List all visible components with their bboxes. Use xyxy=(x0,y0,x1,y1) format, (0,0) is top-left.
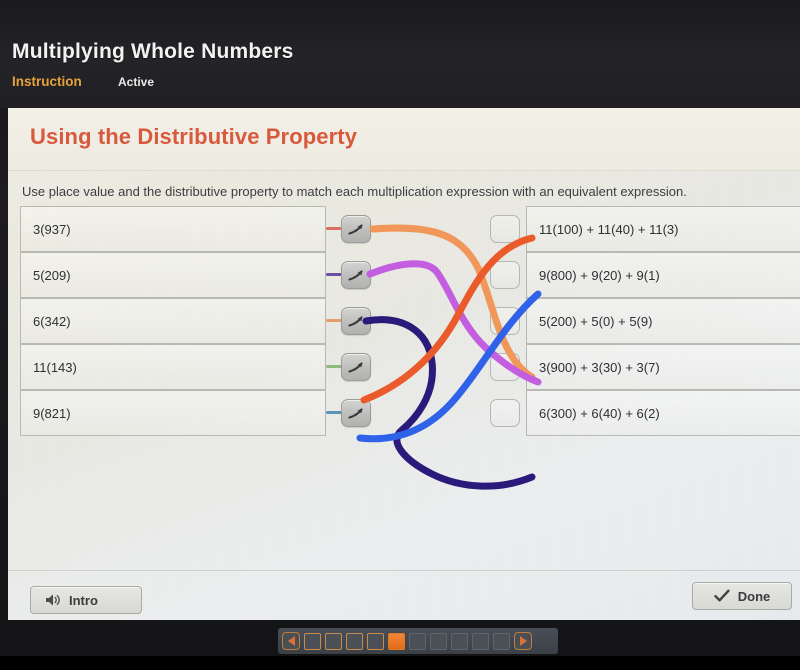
left-expression-label: 3(937) xyxy=(33,221,71,237)
left-expression-label: 5(209) xyxy=(33,267,71,283)
arrow-up-right-icon xyxy=(348,316,363,327)
right-expression-cell[interactable]: 11(100) + 11(40) + 11(3) xyxy=(526,206,800,252)
instruction-prompt: Use place value and the distributive pro… xyxy=(22,184,687,199)
connect-arrow-button[interactable] xyxy=(341,399,371,427)
breadcrumb-active[interactable]: Active xyxy=(118,75,154,89)
step-pip[interactable] xyxy=(472,632,489,650)
intro-button[interactable]: Intro xyxy=(30,586,142,614)
triangle-right-icon xyxy=(519,636,527,646)
prev-step-button[interactable] xyxy=(282,632,300,650)
arrow-up-right-icon xyxy=(348,408,363,419)
page-title-bar: Using the Distributive Property xyxy=(8,108,800,171)
left-expression-cell[interactable]: 11(143) xyxy=(20,344,326,390)
right-expression-cell[interactable]: 6(300) + 6(40) + 6(2) xyxy=(526,390,800,436)
match-row: 6(342) 5(200) + 5(0) + 5(9) xyxy=(8,298,800,344)
connect-arrow-button[interactable] xyxy=(341,353,371,381)
step-pip[interactable] xyxy=(325,632,342,650)
arrow-up-right-icon xyxy=(348,270,363,281)
left-expression-cell[interactable]: 5(209) xyxy=(20,252,326,298)
done-button[interactable]: Done xyxy=(692,582,792,610)
connect-arrow-button[interactable] xyxy=(341,215,371,243)
right-expression-label: 5(200) + 5(0) + 5(9) xyxy=(539,313,653,329)
right-connector-slot[interactable] xyxy=(490,307,520,335)
arrow-up-right-icon xyxy=(348,362,363,373)
right-connector-slot[interactable] xyxy=(490,215,520,243)
connect-arrow-button[interactable] xyxy=(341,261,371,289)
app-header: Multiplying Whole Numbers Instruction Ac… xyxy=(0,0,800,108)
arrow-up-right-icon xyxy=(348,224,363,235)
left-expression-cell[interactable]: 6(342) xyxy=(20,298,326,344)
left-expression-label: 9(821) xyxy=(33,405,71,421)
intro-button-label: Intro xyxy=(69,592,98,608)
screen-bezel-bottom xyxy=(0,656,800,670)
right-expression-label: 3(900) + 3(30) + 3(7) xyxy=(539,359,660,375)
match-row: 9(821) 6(300) + 6(40) + 6(2) xyxy=(8,390,800,436)
right-expression-cell[interactable]: 5(200) + 5(0) + 5(9) xyxy=(526,298,800,344)
page-title: Using the Distributive Property xyxy=(30,124,358,149)
checkmark-icon xyxy=(714,589,730,602)
step-pip[interactable] xyxy=(451,632,468,650)
step-pip[interactable] xyxy=(346,632,363,650)
right-expression-label: 9(800) + 9(20) + 9(1) xyxy=(539,267,660,283)
step-pip[interactable] xyxy=(430,632,447,650)
right-expression-label: 6(300) + 6(40) + 6(2) xyxy=(539,405,660,421)
match-row: 5(209) 9(800) + 9(20) + 9(1) xyxy=(8,252,800,298)
right-expression-cell[interactable]: 3(900) + 3(30) + 3(7) xyxy=(526,344,800,390)
match-row: 11(143) 3(900) + 3(30) + 3(7) xyxy=(8,344,800,390)
lesson-content-card: Using the Distributive Property Use plac… xyxy=(8,108,800,620)
step-navigation-bar xyxy=(278,628,558,654)
step-pip[interactable] xyxy=(367,632,384,650)
done-button-label: Done xyxy=(737,588,771,604)
right-connector-slot[interactable] xyxy=(490,353,520,381)
right-expression-label: 11(100) + 11(40) + 11(3) xyxy=(539,221,679,237)
footer-divider xyxy=(8,570,800,571)
connect-arrow-button[interactable] xyxy=(341,307,371,335)
speaker-icon xyxy=(46,594,60,606)
step-pip[interactable] xyxy=(409,632,426,650)
device-screen: Multiplying Whole Numbers Instruction Ac… xyxy=(0,0,800,670)
lesson-title: Multiplying Whole Numbers xyxy=(12,40,294,63)
match-row: 3(937) 11(100) + 11(40) + 11(3) xyxy=(8,206,800,252)
step-pip[interactable] xyxy=(388,632,405,650)
right-connector-slot[interactable] xyxy=(490,261,520,289)
step-pip[interactable] xyxy=(493,632,510,650)
breadcrumb-instruction[interactable]: Instruction xyxy=(12,74,82,89)
right-connector-slot[interactable] xyxy=(490,399,520,427)
step-pip-group xyxy=(304,632,510,650)
left-expression-cell[interactable]: 3(937) xyxy=(20,206,326,252)
left-expression-label: 11(143) xyxy=(33,359,77,375)
left-expression-cell[interactable]: 9(821) xyxy=(20,390,326,436)
right-expression-cell[interactable]: 9(800) + 9(20) + 9(1) xyxy=(526,252,800,298)
next-step-button[interactable] xyxy=(514,632,532,650)
step-pip[interactable] xyxy=(304,632,321,650)
left-expression-label: 6(342) xyxy=(33,313,71,329)
matching-activity: 3(937) 11(100) + 11(40) + 11(3) 5(209) 9… xyxy=(8,206,800,456)
triangle-left-icon xyxy=(287,636,295,646)
